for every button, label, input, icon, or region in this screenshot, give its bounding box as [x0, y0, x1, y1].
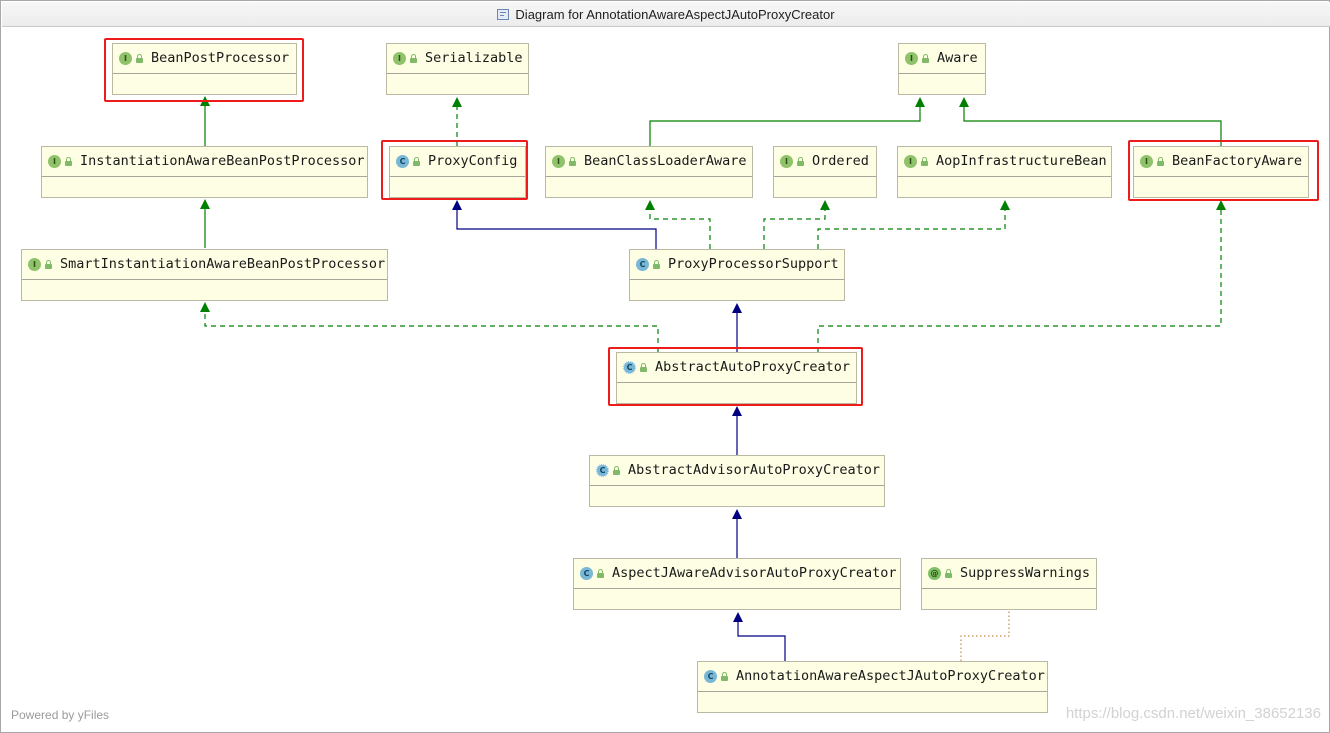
class-name: AopInfrastructureBean — [936, 152, 1107, 169]
edge-aaapc-to-aapc — [732, 406, 742, 455]
abstract-class-icon: C — [596, 464, 609, 477]
node-proxy-processor-support[interactable]: C ProxyProcessorSupport — [629, 249, 845, 301]
edge-pc-to-ser — [452, 97, 462, 146]
public-visibility-icon — [653, 260, 660, 269]
edge-ajaapc-to-aaapc — [732, 509, 742, 558]
edge-siabpp-to-iabpp — [200, 199, 210, 248]
class-name: BeanClassLoaderAware — [584, 152, 747, 169]
public-visibility-icon — [945, 569, 952, 578]
interface-icon: I — [905, 52, 918, 65]
public-visibility-icon — [597, 569, 604, 578]
class-name: SmartInstantiationAwareBeanPostProcessor — [60, 255, 386, 272]
node-smart-instantiation-aware-bean-post-processor[interactable]: I SmartInstantiationAwareBeanPostProcess… — [21, 249, 388, 301]
node-serializable[interactable]: I Serializable — [386, 43, 529, 95]
node-bean-class-loader-aware[interactable]: I BeanClassLoaderAware — [545, 146, 753, 198]
node-suppress-warnings[interactable]: @ SuppressWarnings — [921, 558, 1097, 610]
class-icon: C — [580, 567, 593, 580]
powered-by-label: Powered by yFiles — [11, 708, 110, 722]
edge-aaajapc-to-ajaapc — [733, 612, 786, 661]
class-name: Aware — [937, 49, 978, 66]
node-instantiation-aware-bean-post-processor[interactable]: I InstantiationAwareBeanPostProcessor — [41, 146, 368, 198]
interface-icon: I — [28, 258, 41, 271]
class-name: AspectJAwareAdvisorAutoProxyCreator — [612, 564, 897, 581]
edge-aapc-to-pps — [732, 303, 742, 352]
node-abstract-advisor-auto-proxy-creator[interactable]: C AbstractAdvisorAutoProxyCreator — [589, 455, 885, 507]
class-name: AbstractAdvisorAutoProxyCreator — [628, 461, 880, 478]
class-name: SuppressWarnings — [960, 564, 1091, 581]
interface-icon: I — [904, 155, 917, 168]
edge-pps-to-bcla — [645, 200, 711, 249]
edge-pps-to-ord — [763, 200, 830, 249]
interface-icon: I — [393, 52, 406, 65]
class-icon: C — [636, 258, 649, 271]
public-visibility-icon — [45, 260, 52, 269]
edge-iabpp-to-bpp — [200, 96, 210, 146]
highlight-proxy-config — [381, 140, 528, 200]
highlight-bean-post-processor — [104, 38, 304, 102]
edge-aapc-to-siabpp — [200, 302, 659, 352]
public-visibility-icon — [922, 54, 929, 63]
edge-aapc-to-bfa — [817, 200, 1226, 352]
class-name: AnnotationAwareAspectJAutoProxyCreator — [736, 667, 1045, 684]
highlight-bean-factory-aware — [1128, 140, 1319, 201]
annotation-icon: @ — [928, 567, 941, 580]
node-ordered[interactable]: I Ordered — [773, 146, 877, 198]
public-visibility-icon — [613, 466, 620, 475]
node-aop-infrastructure-bean[interactable]: I AopInfrastructureBean — [897, 146, 1112, 198]
public-visibility-icon — [721, 672, 728, 681]
public-visibility-icon — [410, 54, 417, 63]
class-name: Ordered — [812, 152, 869, 169]
highlight-abstract-auto-proxy-creator — [608, 347, 863, 406]
class-icon: C — [704, 670, 717, 683]
interface-icon: I — [552, 155, 565, 168]
edge-pps-to-aib — [817, 200, 1010, 249]
class-name: InstantiationAwareBeanPostProcessor — [80, 152, 365, 169]
node-annotation-aware-aspectj-auto-proxy-creator[interactable]: C AnnotationAwareAspectJAutoProxyCreator — [697, 661, 1048, 713]
public-visibility-icon — [921, 157, 928, 166]
node-aspectj-aware-advisor-auto-proxy-creator[interactable]: C AspectJAwareAdvisorAutoProxyCreator — [573, 558, 901, 610]
edge-bcla-to-aware — [649, 97, 925, 146]
interface-icon: I — [48, 155, 61, 168]
public-visibility-icon — [797, 157, 804, 166]
class-name: ProxyProcessorSupport — [668, 255, 839, 272]
watermark-text: https://blog.csdn.net/weixin_38652136 — [1065, 705, 1321, 722]
node-aware[interactable]: I Aware — [898, 43, 986, 95]
public-visibility-icon — [65, 157, 72, 166]
edge-bfa-to-aware — [959, 97, 1222, 146]
public-visibility-icon — [569, 157, 576, 166]
class-name: Serializable — [425, 49, 523, 66]
interface-icon: I — [780, 155, 793, 168]
edge-pps-to-pc — [452, 200, 657, 249]
edge-aaajapc-to-sw — [960, 611, 1010, 661]
